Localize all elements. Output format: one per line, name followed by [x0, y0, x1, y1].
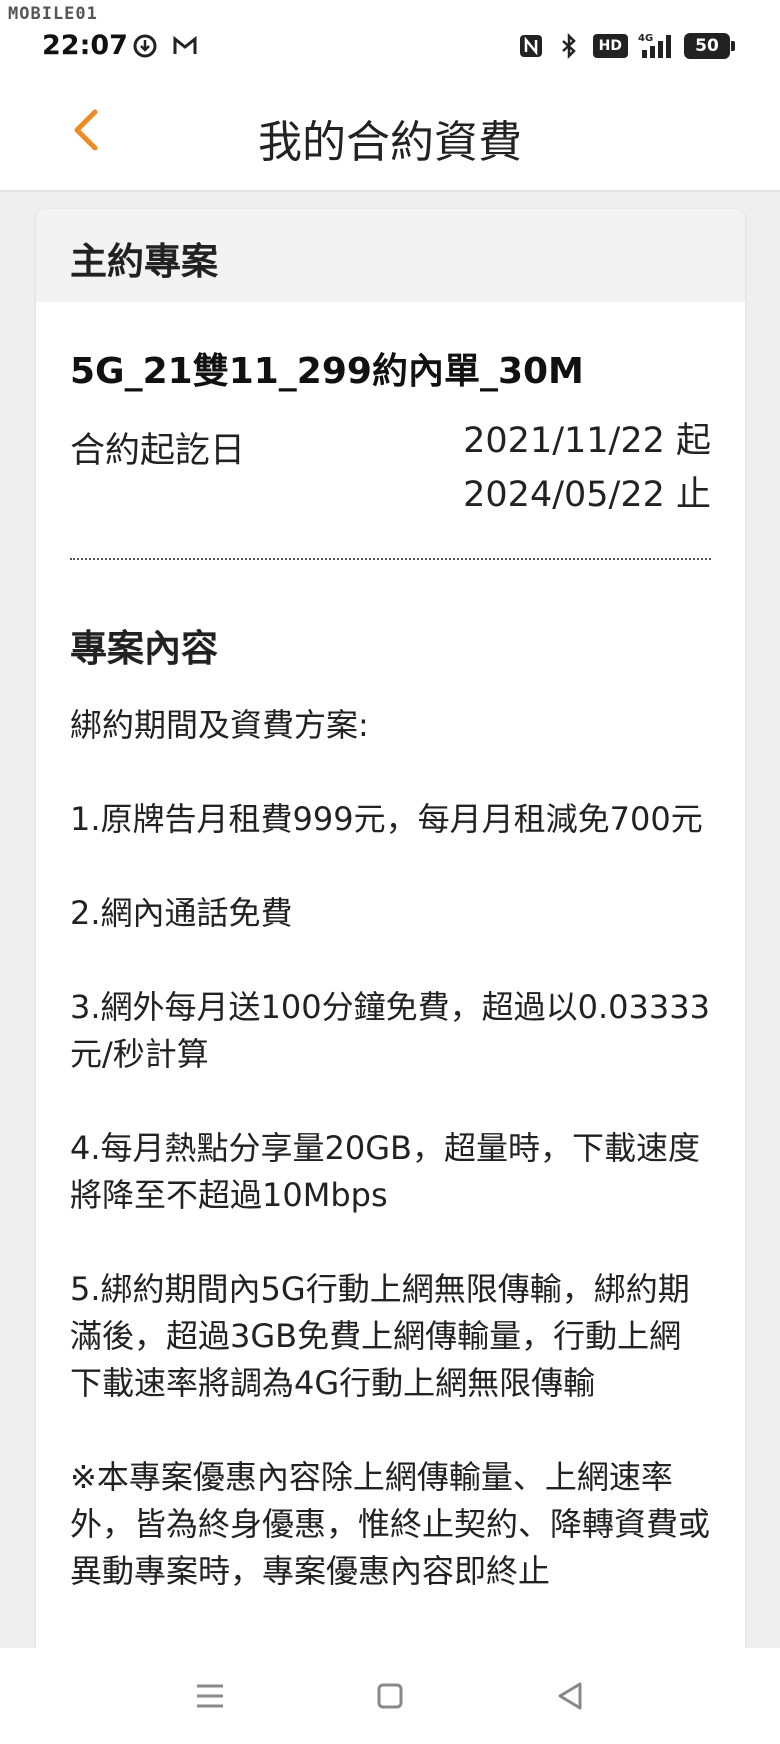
nfc-icon [519, 35, 542, 57]
content-scroll-area[interactable]: 主約專案 5G_21雙11_299約內單_30M 合約起訖日 2021/11/2… [0, 192, 780, 1648]
system-icons: HD 4G 50 [517, 32, 735, 60]
shield-notification-icon [133, 34, 157, 58]
recent-apps-button[interactable] [180, 1666, 240, 1726]
hd-badge: HD [592, 34, 628, 58]
plan-note: ※本專案優惠內容除上網傳輸量、上網速率外，皆為終身優惠，惟終止契約、降轉資費或異… [70, 1458, 711, 1590]
page-title: 我的合約資費 [258, 117, 522, 168]
status-bar: MOBILE01 22:07 HD 4G 50 [0, 0, 780, 76]
system-back-button[interactable] [540, 1666, 600, 1726]
status-time: 22:07 [42, 30, 128, 61]
card-body: 5G_21雙11_299約內單_30M 合約起訖日 2021/11/22 起 2… [36, 342, 745, 1595]
plan-item: 2.網內通話免費 [70, 894, 293, 932]
contract-dates: 2021/11/22 起 2024/05/22 止 [463, 414, 711, 522]
card-header: 主約專案 [36, 209, 745, 302]
contract-period-label: 合約起訖日 [70, 431, 246, 471]
dotted-divider [70, 558, 711, 560]
app-header: 我的合約資費 [0, 76, 780, 192]
notification-icons [131, 32, 199, 60]
watermark-logo: MOBILE01 [8, 4, 98, 24]
contract-end-date: 2024/05/22 止 [463, 475, 711, 515]
mail-icon [173, 35, 197, 54]
plan-item: 5.綁約期間內5G行動上網無限傳輸，綁約期滿後，超過3GB免費上網傳輸量，行動上… [70, 1270, 690, 1402]
svg-text:4G: 4G [638, 33, 653, 44]
navigation-bar [0, 1648, 780, 1744]
contract-period-row: 合約起訖日 2021/11/22 起 2024/05/22 止 [70, 421, 711, 522]
battery-icon: 50 [684, 33, 735, 59]
square-icon [377, 1683, 403, 1709]
plan-intro: 綁約期間及資費方案: [70, 706, 369, 744]
menu-icon [197, 1684, 223, 1708]
plan-item: 4.每月熱點分享量20GB，超量時，下載速度將降至不超過10Mbps [70, 1129, 701, 1214]
main-plan-card: 主約專案 5G_21雙11_299約內單_30M 合約起訖日 2021/11/2… [36, 209, 745, 1648]
plan-item: 3.網外每月送100分鐘免費，超過以0.03333元/秒計算 [70, 988, 710, 1073]
plan-name: 5G_21雙11_299約內單_30M [70, 351, 584, 392]
plan-item: 1.原牌告月租費999元，每月月租減免700元 [70, 800, 703, 838]
signal-icon: 4G [638, 33, 671, 58]
home-button[interactable] [360, 1666, 420, 1726]
contract-start-date: 2021/11/22 起 [463, 421, 711, 461]
section-title: 專案內容 [70, 627, 218, 670]
triangle-back-icon [558, 1682, 582, 1710]
bluetooth-icon [561, 32, 576, 60]
